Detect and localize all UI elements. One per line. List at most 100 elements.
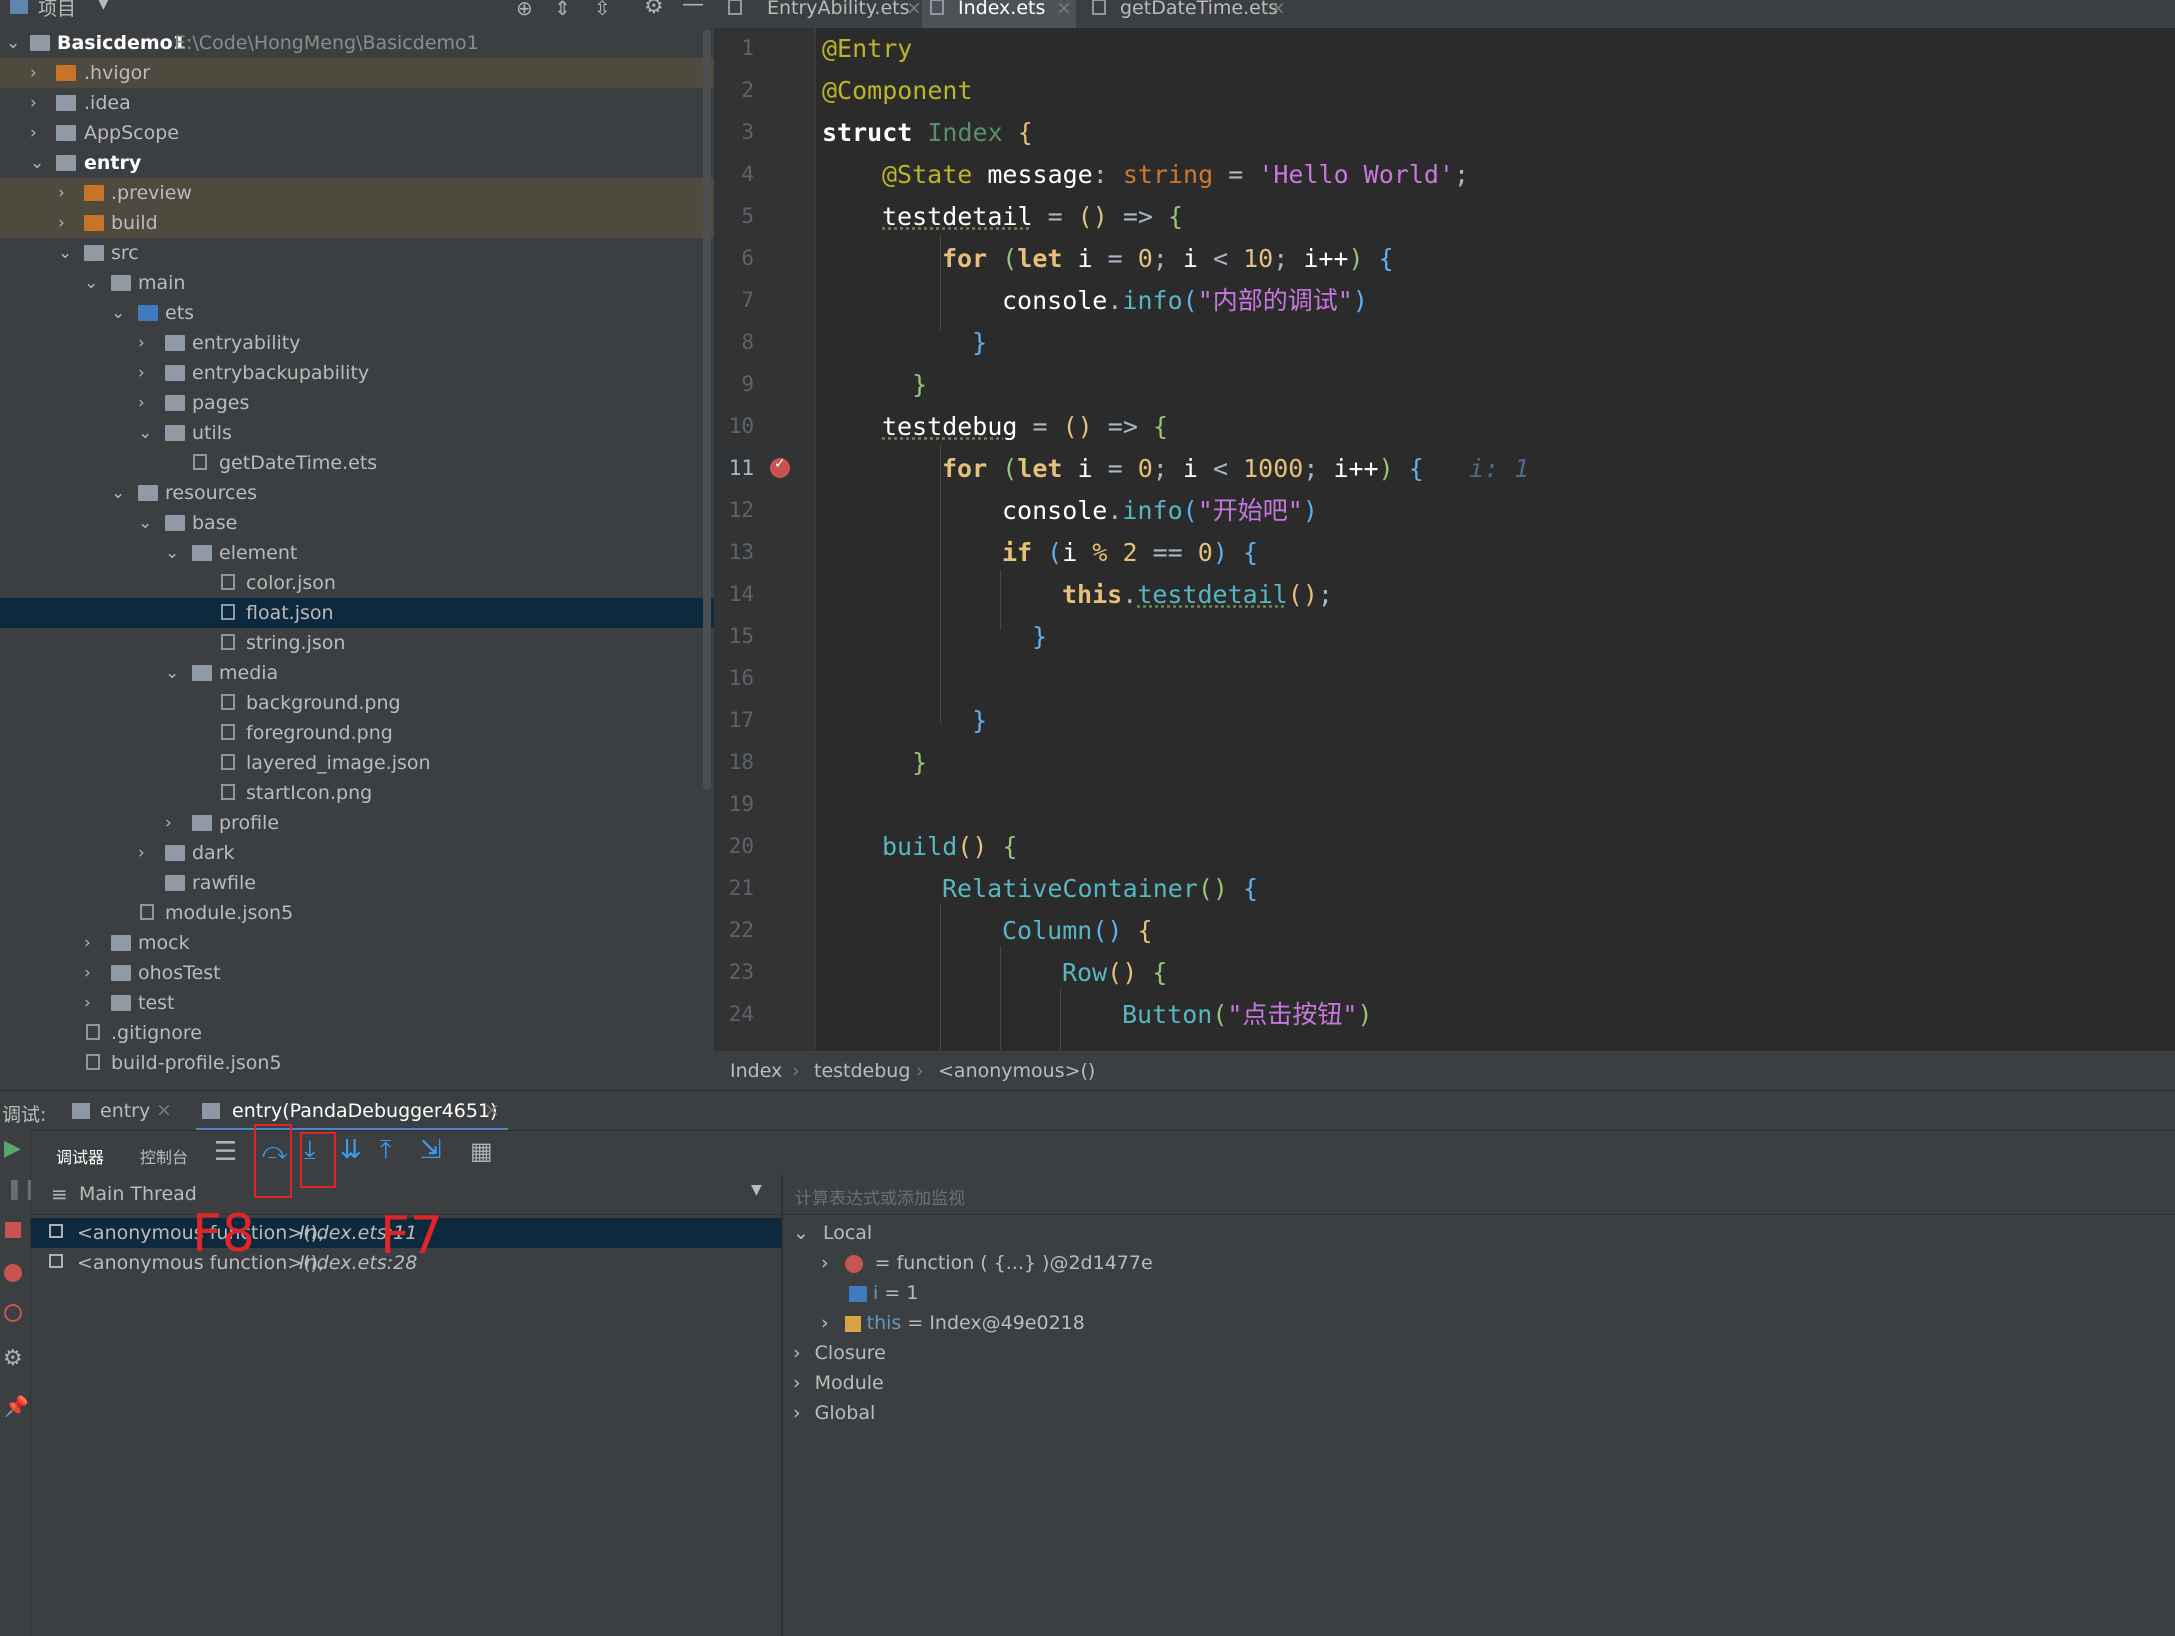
force-step-into-icon[interactable]: ⇊ <box>340 1135 362 1165</box>
close-icon[interactable]: × <box>1270 0 1286 18</box>
chevron-down-icon[interactable]: ⌄ <box>165 658 179 688</box>
tab-entryability[interactable]: EntryAbility.ets × <box>722 0 922 28</box>
tree-item-ohostest[interactable]: › ohosTest <box>0 958 714 988</box>
var-group-module[interactable]: › Module <box>793 1368 884 1398</box>
chevron-down-icon[interactable]: ⌄ <box>6 28 20 58</box>
tree-item-build[interactable]: › build <box>0 208 714 238</box>
project-title[interactable]: 项目 <box>38 0 76 21</box>
tab-getdatetime[interactable]: getDateTime.ets × <box>1086 0 1286 28</box>
chevron-right-icon[interactable]: › <box>138 838 152 868</box>
chevron-right-icon[interactable]: › <box>138 328 152 358</box>
chevron-right-icon[interactable]: › <box>793 1402 801 1424</box>
tree-item-base[interactable]: ⌄ base <box>0 508 714 538</box>
var-group-closure[interactable]: › Closure <box>793 1338 886 1368</box>
tree-item-background-png[interactable]: background.png <box>0 688 714 718</box>
chevron-right-icon[interactable]: › <box>30 58 44 88</box>
project-scrollbar[interactable] <box>703 30 711 790</box>
chevron-right-icon[interactable]: › <box>30 118 44 148</box>
tree-item-foreground-png[interactable]: foreground.png <box>0 718 714 748</box>
chevron-right-icon[interactable]: › <box>30 88 44 118</box>
gear-icon[interactable]: ⚙ <box>644 0 664 19</box>
tree-item-resources[interactable]: ⌄ resources <box>0 478 714 508</box>
close-icon[interactable]: × <box>156 1099 172 1121</box>
chevron-down-icon[interactable]: ⌄ <box>111 298 125 328</box>
code-editor[interactable]: @Entry @Component struct Index { @State … <box>814 28 2175 1050</box>
tree-item-profile[interactable]: › profile <box>0 808 714 838</box>
breadcrumb-item[interactable]: testdebug <box>814 1051 910 1091</box>
breadcrumb-item[interactable]: <anonymous>() <box>938 1051 1095 1091</box>
close-icon[interactable]: × <box>906 0 922 18</box>
chevron-right-icon[interactable]: › <box>84 988 98 1018</box>
chevron-right-icon[interactable]: › <box>84 958 98 988</box>
mute-breakpoints-icon[interactable] <box>4 1304 22 1322</box>
tree-item-entryability[interactable]: › entryability <box>0 328 714 358</box>
chevron-down-icon[interactable]: ⌄ <box>84 268 98 298</box>
tree-item-string-json[interactable]: string.json <box>0 628 714 658</box>
close-icon[interactable]: × <box>484 1099 500 1121</box>
tree-item-getdatetime[interactable]: getDateTime.ets <box>0 448 714 478</box>
tree-item-pages[interactable]: › pages <box>0 388 714 418</box>
chevron-down-icon[interactable]: ⌄ <box>111 478 125 508</box>
chevron-down-icon[interactable]: ⌄ <box>58 238 72 268</box>
tree-item-gitignore[interactable]: .gitignore <box>0 1018 714 1048</box>
chevron-right-icon[interactable]: › <box>84 928 98 958</box>
tree-item-src[interactable]: ⌄ src <box>0 238 714 268</box>
expand-all-icon[interactable]: ⇕ <box>554 0 571 20</box>
pin-icon[interactable]: 📌 <box>4 1394 29 1418</box>
var-group-global[interactable]: › Global <box>793 1398 875 1428</box>
tree-item-module-json5[interactable]: module.json5 <box>0 898 714 928</box>
tree-item-layered-image[interactable]: layered_image.json <box>0 748 714 778</box>
chevron-right-icon[interactable]: › <box>793 1342 801 1364</box>
tree-item-entry[interactable]: ⌄ entry <box>0 148 714 178</box>
var-row-this[interactable]: › this = Index@49e0218 <box>821 1308 1085 1338</box>
gear-icon[interactable]: ⚙ <box>3 1346 23 1371</box>
tree-item-main[interactable]: ⌄ main <box>0 268 714 298</box>
tree-item-hvigor[interactable]: › .hvigor <box>0 58 714 88</box>
minimize-icon[interactable]: — <box>682 0 704 17</box>
stop-icon[interactable] <box>5 1222 21 1238</box>
close-icon[interactable]: × <box>1056 0 1072 18</box>
tab-debugger[interactable]: 调试器 <box>56 1144 104 1168</box>
chevron-down-icon[interactable]: ▼ <box>98 0 109 12</box>
chevron-down-icon[interactable]: ⌄ <box>138 418 152 448</box>
breadcrumb-item[interactable]: Index <box>730 1051 782 1091</box>
tree-item-media[interactable]: ⌄ media <box>0 658 714 688</box>
chevron-down-icon[interactable]: ⌄ <box>30 148 44 178</box>
collapse-all-icon[interactable]: ⇳ <box>594 0 611 20</box>
watch-input[interactable]: 计算表达式或添加监视 <box>783 1174 2175 1215</box>
tree-item-appscope[interactable]: › AppScope <box>0 118 714 148</box>
editor-gutter[interactable]: 1 2 3 4 5 6 7 8 9 10 11 12 13 14 15 16 1… <box>714 28 814 1050</box>
locate-icon[interactable]: ⊕ <box>516 0 533 20</box>
tree-item-ets[interactable]: ⌄ ets <box>0 298 714 328</box>
chevron-right-icon[interactable]: › <box>793 1372 801 1394</box>
chevron-right-icon[interactable]: › <box>138 388 152 418</box>
tree-item-build-profile[interactable]: build-profile.json5 <box>0 1048 714 1078</box>
tree-item-dark[interactable]: › dark <box>0 838 714 868</box>
tree-root[interactable]: ⌄ Basicdemo1 E:\Code\HongMeng\Basicdemo1 <box>0 28 714 58</box>
tree-item-rawfile[interactable]: rawfile <box>0 868 714 898</box>
var-row-i[interactable]: i = 1 <box>849 1278 918 1308</box>
tree-item-element[interactable]: ⌄ element <box>0 538 714 568</box>
tree-item-utils[interactable]: ⌄ utils <box>0 418 714 448</box>
chevron-down-icon[interactable]: ⌄ <box>165 538 179 568</box>
tree-item-mock[interactable]: › mock <box>0 928 714 958</box>
tree-item-color-json[interactable]: color.json <box>0 568 714 598</box>
tree-item-preview[interactable]: › .preview <box>0 178 714 208</box>
tree-item-float-json[interactable]: float.json <box>0 598 714 628</box>
tree-item-starticon[interactable]: startIcon.png <box>0 778 714 808</box>
var-row-function[interactable]: › = function ( {...} )@2d1477e <box>821 1248 1153 1278</box>
view-breakpoints-icon[interactable] <box>4 1264 22 1282</box>
tab-console[interactable]: 控制台 <box>140 1144 188 1168</box>
step-out-icon[interactable]: ⤒ <box>380 1135 392 1166</box>
tree-item-entrybackupability[interactable]: › entrybackupability <box>0 358 714 388</box>
tree-item-idea[interactable]: › .idea <box>0 88 714 118</box>
session-tab-panda[interactable]: entry(PandaDebugger4651) × <box>196 1091 508 1131</box>
frames-list-icon[interactable]: ☰ <box>214 1137 237 1167</box>
chevron-right-icon[interactable]: › <box>165 808 179 838</box>
chevron-down-icon[interactable]: ⌄ <box>138 508 152 538</box>
tree-item-test[interactable]: › test <box>0 988 714 1018</box>
chevron-right-icon[interactable]: › <box>58 208 72 238</box>
chevron-down-icon[interactable]: ▼ <box>751 1182 762 1198</box>
resume-icon[interactable]: ▶ <box>4 1136 21 1161</box>
chevron-right-icon[interactable]: › <box>58 178 72 208</box>
